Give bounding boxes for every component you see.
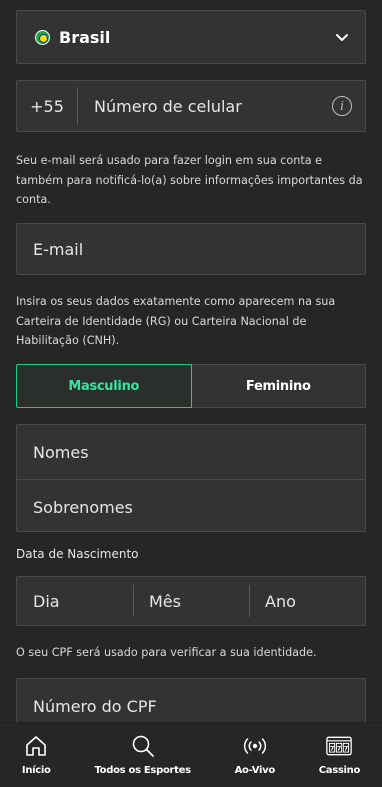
dob-month-cell: [133, 577, 249, 625]
nav-item-todos-os-esportes[interactable]: Todos os Esportes: [94, 723, 191, 787]
email-field: [16, 223, 366, 275]
brazil-flag-icon: [35, 29, 50, 45]
gender-male-button[interactable]: Masculino: [16, 364, 192, 408]
nav-item-ao-vivo[interactable]: Ao-Vivo: [235, 723, 275, 787]
dob-label: Data de Nascimento: [16, 547, 139, 561]
chevron-down-icon: [336, 34, 348, 41]
dob-year-input[interactable]: [249, 591, 365, 611]
phone-field: +55 i: [16, 80, 366, 132]
dob-year-cell: [249, 577, 365, 625]
nav-item-cassino[interactable]: 7 7 7 Cassino: [319, 723, 360, 787]
first-name-input[interactable]: [17, 442, 365, 462]
nav-label-todos-os-esportes: Todos os Esportes: [94, 765, 191, 776]
email-input[interactable]: [17, 239, 365, 259]
email-note: Seu e-mail será usado para fazer login e…: [16, 154, 363, 206]
dob-day-cell: [17, 577, 133, 625]
last-name-input[interactable]: [17, 497, 365, 517]
country-select[interactable]: Brasil: [16, 10, 366, 64]
nav-label-ao-vivo: Ao-Vivo: [234, 765, 276, 776]
bottom-nav: Início Todos os Esportes Ao-Vivo 7 7 7 C…: [0, 722, 382, 787]
dob-day-input[interactable]: [17, 591, 133, 611]
svg-text:7: 7: [344, 745, 348, 752]
info-icon[interactable]: i: [332, 96, 352, 116]
home-icon: [23, 733, 49, 759]
dob-month-input[interactable]: [133, 591, 249, 611]
cpf-note: O seu CPF será usado para verificar a su…: [16, 646, 317, 659]
country-label: Brasil: [59, 27, 111, 47]
last-name-row: [17, 480, 365, 534]
id-note: Insira os seus dados exatamente como apa…: [16, 295, 336, 347]
phone-input[interactable]: [78, 96, 332, 116]
live-broadcast-icon: [242, 733, 268, 759]
nav-label-cassino: Cassino: [318, 765, 361, 776]
svg-text:7: 7: [337, 745, 341, 752]
svg-text:7: 7: [330, 745, 334, 752]
search-icon: [130, 733, 156, 759]
dob-field: [16, 576, 366, 626]
cpf-input[interactable]: [17, 696, 365, 716]
phone-country-code: +55: [30, 96, 64, 116]
nav-label-inicio: Início: [21, 765, 51, 776]
first-name-row: [17, 425, 365, 479]
names-group: [16, 424, 366, 532]
gender-toggle: Masculino Feminino: [16, 364, 366, 408]
slot-machine-icon: 7 7 7: [326, 733, 353, 759]
nav-item-inicio[interactable]: Início: [22, 723, 51, 787]
gender-female-button[interactable]: Feminino: [191, 364, 366, 408]
